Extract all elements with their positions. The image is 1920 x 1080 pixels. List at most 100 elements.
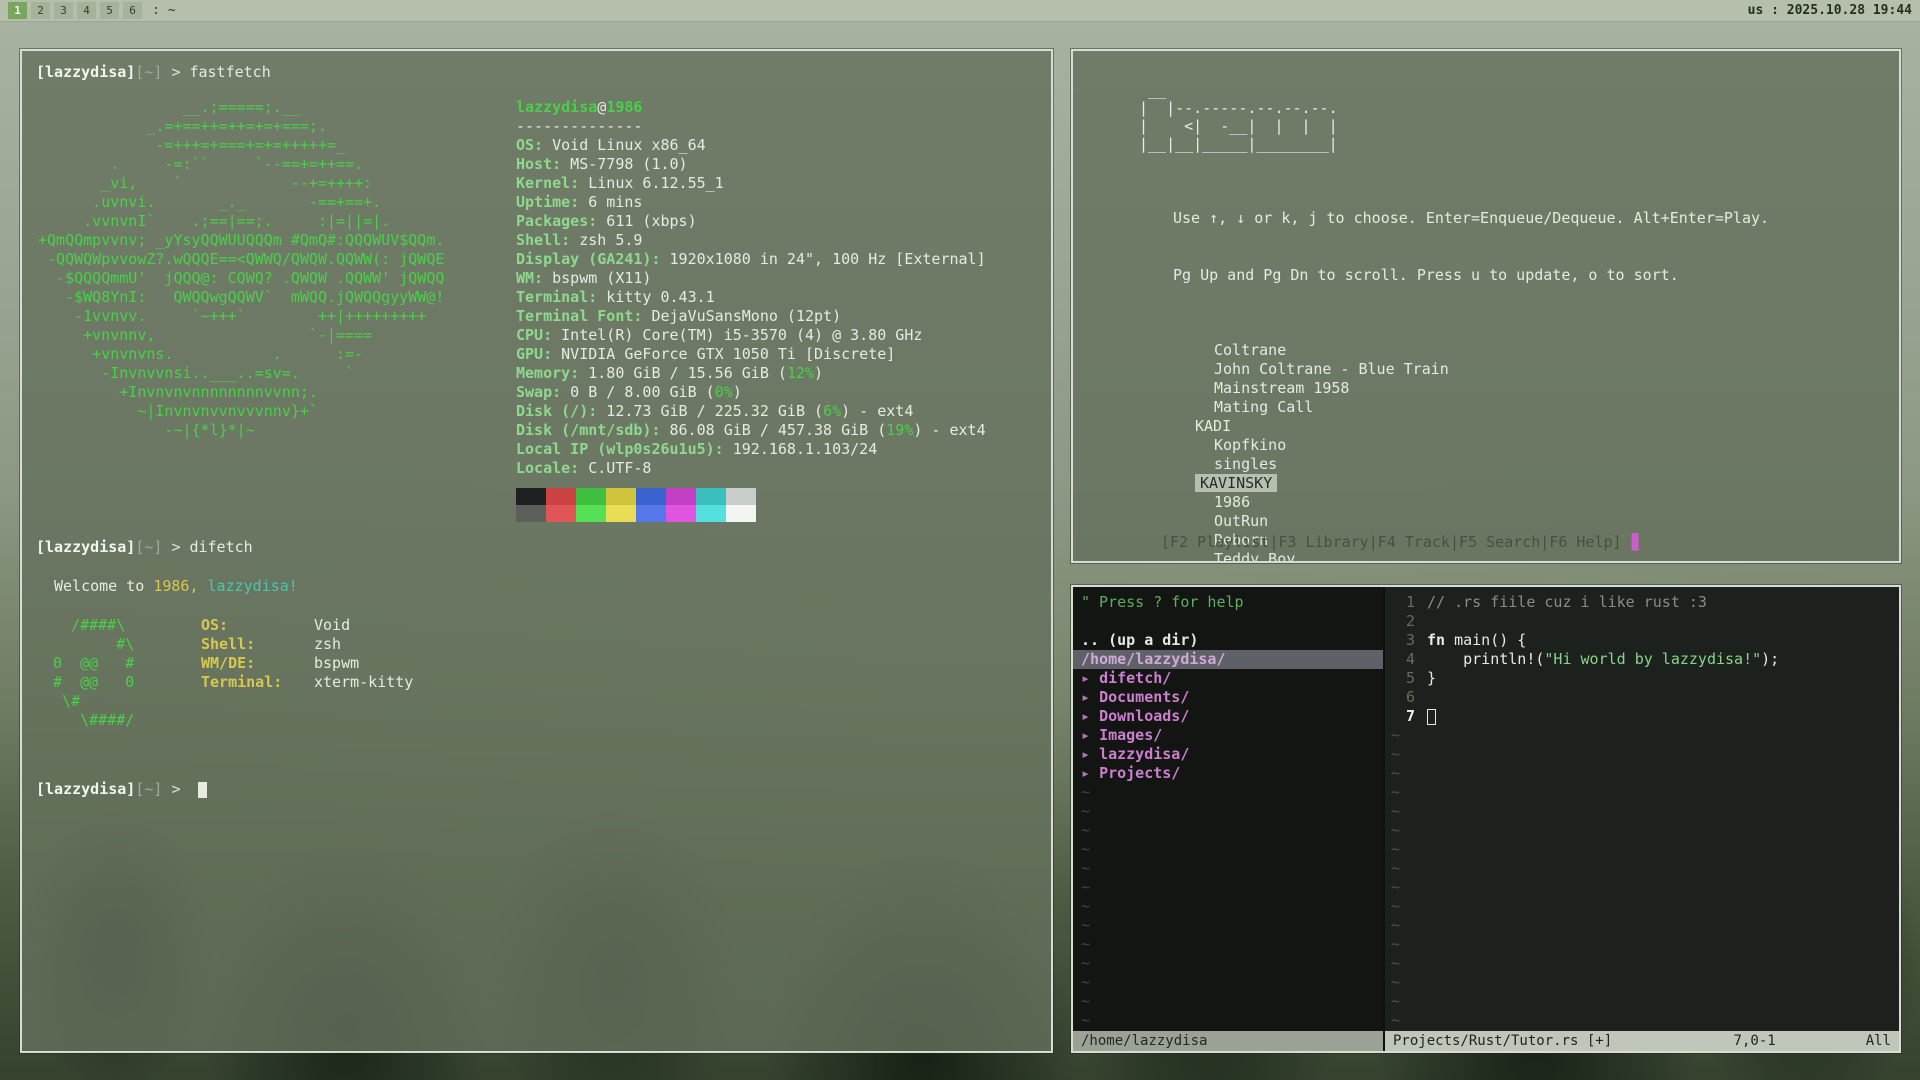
fastfetch-value: 6 mins (579, 193, 642, 211)
tree-dir-name: difetch/ (1099, 669, 1171, 687)
difetch-label: Shell: (201, 635, 314, 654)
fastfetch-value: NVIDIA GeForce GTX 1050 Ti [Discrete] (552, 345, 895, 363)
library-item[interactable]: John Coltrane - Blue Train (1073, 360, 1899, 379)
fastfetch-value: 611 (xbps) (597, 212, 696, 230)
empty-line-tilde: ~ (1081, 973, 1375, 992)
prompt-user: [lazzydisa] (36, 538, 135, 556)
fastfetch-label: Disk (/mnt/sdb): (516, 421, 661, 439)
empty-line-tilde: ~ (1385, 726, 1899, 745)
library-item[interactable]: KAVINSKY (1073, 474, 1899, 493)
code-line: 4 println!("Hi world by lazzydisa!"); (1385, 650, 1899, 669)
music-player-window[interactable]: __ | |--.-----.--.--.--. | <| -__| | | |… (1071, 49, 1901, 563)
editor-window[interactable]: " Press ? for help .. (up a dir)/home/la… (1071, 585, 1901, 1053)
tree-root-path[interactable]: /home/lazzydisa/ (1073, 650, 1383, 669)
empty-line-tilde: ~ (1385, 840, 1899, 859)
kew-footer-bar: [F2 Playlist|F3 Library|F4 Track|F5 Sear… (1161, 533, 1641, 551)
void-linux-ascii-logo: __.;=====;.__ _.=+==++=++=+=+===;. -=+++… (38, 98, 444, 440)
empty-line-tilde: ~ (1081, 935, 1375, 954)
prompt-path: [~] (135, 63, 162, 81)
tree-dir-item[interactable]: ▸ Images/ (1081, 726, 1375, 745)
empty-line-tilde: ~ (1081, 840, 1375, 859)
music-library-list: ColtraneJohn Coltrane - Blue TrainMainst… (1073, 341, 1899, 563)
workspace-6[interactable]: 6 (123, 2, 142, 19)
library-item[interactable]: Coltrane (1073, 341, 1899, 360)
tree-dir-item[interactable]: ▸ Documents/ (1081, 688, 1375, 707)
empty-line-tilde: ~ (1385, 859, 1899, 878)
desktop: 123456 : ~ us : 2025.10.28 19:44 [lazzyd… (0, 0, 1920, 1080)
difetch-value: xterm-kitty (314, 673, 413, 691)
library-item[interactable]: Mainstream 1958 (1073, 379, 1899, 398)
chevron-right-icon: ▸ (1081, 726, 1099, 744)
fastfetch-value: C.UTF-8 (579, 459, 651, 477)
fastfetch-value: kitty 0.43.1 (597, 288, 714, 306)
workspace-4[interactable]: 4 (77, 2, 96, 19)
kew-help-line2: Pg Up and Pg Dn to scroll. Press u to up… (1173, 266, 1899, 285)
tree-dir-item[interactable]: ▸ lazzydisa/ (1081, 745, 1375, 764)
library-item-selected: KAVINSKY (1195, 474, 1277, 492)
library-item[interactable]: Kopfkino (1073, 436, 1899, 455)
fastfetch-info-row: Display (GA241): 1920x1080 in 24", 100 H… (516, 250, 986, 269)
buffer-statusline: Projects/Rust/Tutor.rs [+] 7,0-1 All (1385, 1031, 1899, 1051)
palette-swatch (546, 505, 576, 522)
prompt-arrow: > (171, 538, 180, 556)
line-number: 7 (1385, 707, 1415, 726)
prompt-arrow: > (171, 63, 180, 81)
line-number: 4 (1385, 650, 1415, 669)
welcome-year: 1986, (153, 577, 198, 595)
fastfetch-value: zsh 5.9 (570, 231, 642, 249)
empty-line-tilde: ~ (1081, 878, 1375, 897)
fastfetch-info-row: Host: MS-7798 (1.0) (516, 155, 986, 174)
tree-dir-item[interactable]: ▸ Downloads/ (1081, 707, 1375, 726)
empty-line-tilde: ~ (1385, 954, 1899, 973)
workspace-1[interactable]: 1 (8, 2, 27, 19)
library-item[interactable]: Teddy Boy (1073, 550, 1899, 563)
tree-dir-item[interactable]: ▸ difetch/ (1081, 669, 1375, 688)
chevron-right-icon: ▸ (1081, 745, 1099, 763)
fastfetch-info-row: Packages: 611 (xbps) (516, 212, 986, 231)
code-segment: ); (1761, 650, 1779, 668)
tree-dir-item[interactable]: ▸ Projects/ (1081, 764, 1375, 783)
bar-window-title: ~ (168, 3, 176, 18)
empty-line-tilde: ~ (1385, 821, 1899, 840)
palette-swatch (516, 488, 546, 505)
fastfetch-label: Locale: (516, 459, 579, 477)
workspace-2[interactable]: 2 (31, 2, 50, 19)
palette-swatch (696, 488, 726, 505)
line-number: 3 (1385, 631, 1415, 650)
bar-layout-separator: : (152, 3, 160, 18)
workspace-3[interactable]: 3 (54, 2, 73, 19)
empty-line-tilde: ~ (1081, 859, 1375, 878)
fastfetch-label: Terminal Font: (516, 307, 642, 325)
code-lines: 1// .rs fiile cuz i like rust :323fn mai… (1385, 587, 1899, 1031)
chevron-right-icon: ▸ (1081, 688, 1099, 706)
library-item[interactable]: 1986 (1073, 493, 1899, 512)
empty-line-tilde: ~ (1081, 954, 1375, 973)
difetch-label: OS: (201, 616, 314, 635)
workspace-5[interactable]: 5 (100, 2, 119, 19)
library-item[interactable]: KADI (1073, 417, 1899, 436)
fastfetch-info-row: Terminal Font: DejaVuSansMono (12pt) (516, 307, 986, 326)
fastfetch-value: 86.08 GiB / 457.38 GiB (19%) - ext4 (661, 421, 986, 439)
chevron-right-icon: ▸ (1081, 764, 1099, 782)
code-segment: main() { (1445, 631, 1526, 649)
prompt-path: [~] (135, 780, 162, 798)
tree-up-dir[interactable]: .. (up a dir) (1081, 631, 1375, 650)
library-item-label: singles (1214, 455, 1277, 473)
library-item-label: John Coltrane - Blue Train (1214, 360, 1449, 378)
prompt-user: [lazzydisa] (36, 63, 135, 81)
empty-line-tilde: ~ (1385, 745, 1899, 764)
code-buffer-pane[interactable]: 1// .rs fiile cuz i like rust :323fn mai… (1385, 587, 1899, 1051)
palette-swatch (636, 505, 666, 522)
library-item[interactable]: singles (1073, 455, 1899, 474)
library-item-label: OutRun (1214, 512, 1268, 530)
fastfetch-label: Display (GA241): (516, 250, 661, 268)
terminal-window[interactable]: [lazzydisa][~]>fastfetch __.;=====;.__ _… (20, 49, 1053, 1053)
tree-blank-line (1081, 612, 1375, 631)
file-tree-pane[interactable]: " Press ? for help .. (up a dir)/home/la… (1073, 587, 1385, 1051)
empty-line-tilde: ~ (1081, 897, 1375, 916)
library-item[interactable]: OutRun (1073, 512, 1899, 531)
prompt-line-current[interactable]: [lazzydisa][~]> (36, 780, 1037, 799)
library-item[interactable]: Mating Call (1073, 398, 1899, 417)
empty-line-tilde: ~ (1385, 992, 1899, 1011)
line-number: 6 (1385, 688, 1415, 707)
